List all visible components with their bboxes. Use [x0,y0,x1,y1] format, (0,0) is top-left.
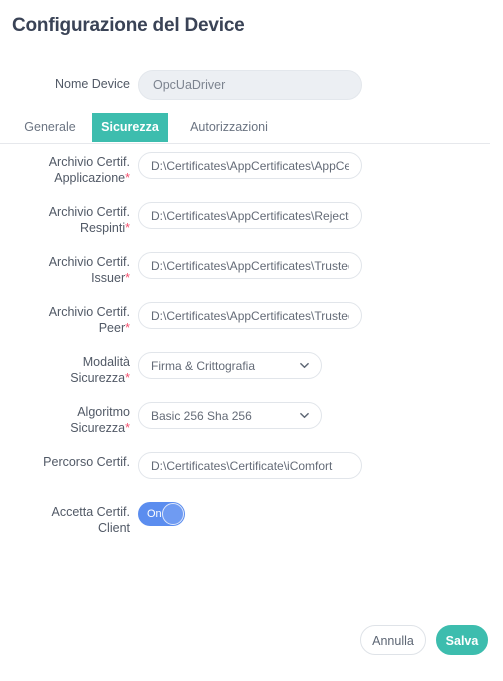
required-asterisk: * [125,221,130,235]
input-percorso-certif[interactable] [138,452,362,479]
required-asterisk: * [125,371,130,385]
toggle-state-label: On [147,508,162,520]
label-archivio-certif-respinti: Archivio Certif. Respinti* [0,204,130,236]
label-line-2: Respinti [79,221,126,235]
label-archivio-certif-peer: Archivio Certif. Peer* [0,304,130,336]
label-line-2: Issuer [91,271,126,285]
device-name-row: Nome Device [0,70,503,102]
field-percorso-certif: Percorso Certif. [0,452,503,502]
label-line-2: Sicurezza [70,421,126,435]
label-accetta-certif-client: Accetta Certif. Client [0,504,131,536]
page-title: Configurazione del Device [12,15,245,36]
label-algoritmo-sicurezza: Algoritmo Sicurezza* [0,404,130,436]
select-modalita-sicurezza[interactable]: Firma & Crittografia [138,352,322,379]
input-archivio-certif-respinti[interactable] [138,202,362,229]
field-archivio-certif-issuer: Archivio Certif. Issuer* [0,252,503,302]
field-accetta-certif-client: Accetta Certif. Client On [0,502,503,552]
label-line-1: Archivio Certif. [48,205,130,219]
label-line-1: Archivio Certif. [48,305,130,319]
label-line-1: Archivio Certif. [48,255,130,269]
label-line-2: Peer [98,321,126,335]
tab-autorizzazioni[interactable]: Autorizzazioni [174,113,284,142]
input-archivio-certif-peer[interactable] [138,302,362,329]
required-asterisk: * [125,321,130,335]
field-modalita-sicurezza: Modalità Sicurezza* Firma & Crittografia [0,352,503,402]
label-percorso-certif: Percorso Certif. [0,454,130,470]
tab-sicurezza[interactable]: Sicurezza [92,113,168,142]
required-asterisk: * [125,271,130,285]
input-archivio-certif-issuer[interactable] [138,252,362,279]
device-name-label: Nome Device [54,77,130,91]
label-line-1: Modalità [82,355,130,369]
toggle-accetta-certif-client[interactable]: On [138,502,185,526]
label-archivio-certif-issuer: Archivio Certif. Issuer* [0,254,130,286]
label-modalita-sicurezza: Modalità Sicurezza* [0,354,130,386]
field-archivio-certif-respinti: Archivio Certif. Respinti* [0,202,503,252]
tab-generale[interactable]: Generale [12,113,88,142]
label-line-2: Applicazione [54,171,126,185]
toggle-knob [162,503,184,525]
device-name-input[interactable] [138,70,362,100]
field-archivio-certif-applicazione: Archivio Certif. Applicazione* [0,152,503,202]
field-algoritmo-sicurezza: Algoritmo Sicurezza* Basic 256 Sha 256 [0,402,503,452]
label-line-1: Percorso Certif. [43,455,130,469]
input-archivio-certif-applicazione[interactable] [138,152,362,179]
label-line-2: Client [98,521,130,535]
label-line-1: Archivio Certif. [48,155,130,169]
select-algoritmo-sicurezza[interactable]: Basic 256 Sha 256 [138,402,322,429]
label-line-1: Accetta Certif. [51,505,131,519]
required-asterisk: * [125,171,130,185]
required-asterisk: * [125,421,130,435]
security-form: Archivio Certif. Applicazione* Archivio … [0,152,503,552]
label-line-2: Sicurezza [70,371,126,385]
cancel-button[interactable]: Annulla [360,625,426,655]
save-button[interactable]: Salva [436,625,488,655]
label-line-1: Algoritmo [77,405,130,419]
footer-actions: Annulla Salva [0,625,503,665]
tab-bar: Generale Sicurezza Autorizzazioni [0,113,490,144]
field-archivio-certif-peer: Archivio Certif. Peer* [0,302,503,352]
label-archivio-certif-applicazione: Archivio Certif. Applicazione* [0,154,130,186]
